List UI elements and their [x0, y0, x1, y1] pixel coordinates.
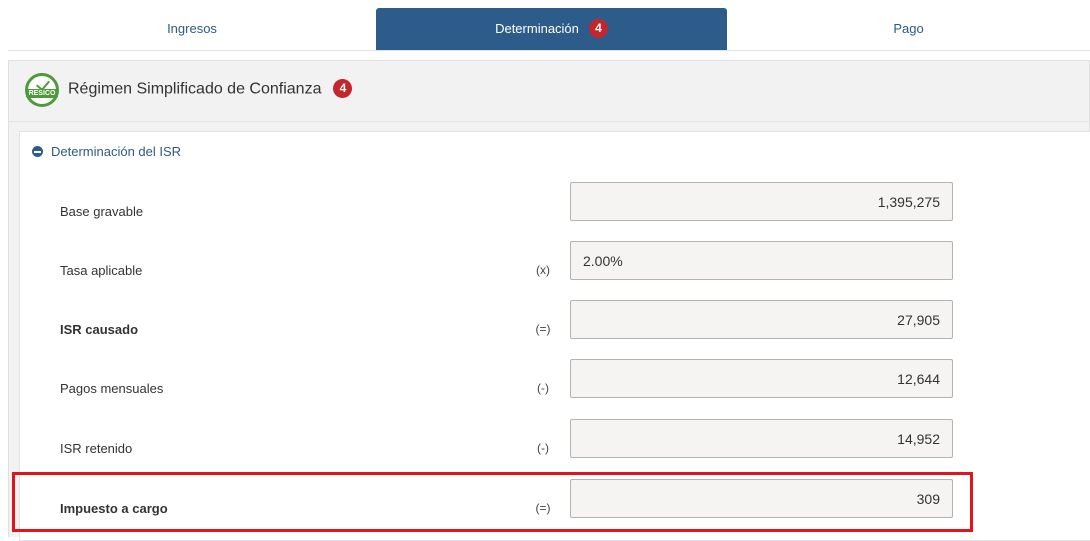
isr-causado-field[interactable]: 27,905	[570, 300, 953, 339]
resico-logo: RESICO	[25, 73, 59, 107]
tab-determinacion-badge: 4	[588, 19, 608, 39]
impuesto-a-cargo-field[interactable]: 309	[570, 479, 953, 518]
tab-pago[interactable]: Pago	[727, 8, 1090, 50]
regimen-title-text: Régimen Simplificado de Confianza	[68, 80, 322, 98]
resico-logo-text: RESICO	[26, 89, 58, 98]
tab-ingresos[interactable]: Ingresos	[8, 8, 376, 50]
impuesto-a-cargo-operator: (=)	[535, 501, 551, 515]
isr-causado-label: ISR causado	[60, 322, 139, 337]
base-gravable-field[interactable]: 1,395,275	[570, 182, 953, 221]
tasa-aplicable-field[interactable]: 2.00%	[570, 241, 953, 280]
pagos-mensuales-label: Pagos mensuales	[60, 381, 164, 396]
tab-bar: Ingresos Determinación 4 Pago	[8, 8, 1090, 51]
tab-pago-label: Pago	[893, 21, 924, 36]
tab-determinacion[interactable]: Determinación 4	[376, 8, 727, 50]
determinacion-isr-toggle[interactable]: Determinación del ISR	[32, 144, 181, 159]
tasa-aplicable-label: Tasa aplicable	[60, 263, 143, 278]
regimen-title: Régimen Simplificado de Confianza 4	[68, 79, 353, 99]
pagos-mensuales-field[interactable]: 12,644	[570, 359, 953, 398]
impuesto-a-cargo-label: Impuesto a cargo	[60, 501, 168, 516]
determinacion-isr-card: Determinación del ISR Base gravable 1,39…	[19, 131, 1090, 541]
regimen-section: RESICO Régimen Simplificado de Confianza…	[8, 60, 1090, 541]
isr-retenido-field[interactable]: 14,952	[570, 419, 953, 458]
regimen-badge: 4	[333, 79, 353, 98]
tab-determinacion-label: Determinación	[495, 21, 579, 36]
determinacion-isr-title: Determinación del ISR	[51, 144, 182, 159]
isr-retenido-label: ISR retenido	[60, 441, 133, 456]
pagos-mensuales-operator: (-)	[537, 381, 549, 395]
isr-causado-operator: (=)	[535, 322, 551, 336]
base-gravable-label: Base gravable	[60, 204, 144, 219]
isr-retenido-operator: (-)	[537, 441, 549, 455]
regimen-header: RESICO Régimen Simplificado de Confianza…	[9, 61, 1089, 122]
tasa-aplicable-operator: (x)	[536, 263, 550, 277]
collapse-minus-icon	[32, 146, 43, 158]
tab-ingresos-label: Ingresos	[167, 21, 217, 36]
